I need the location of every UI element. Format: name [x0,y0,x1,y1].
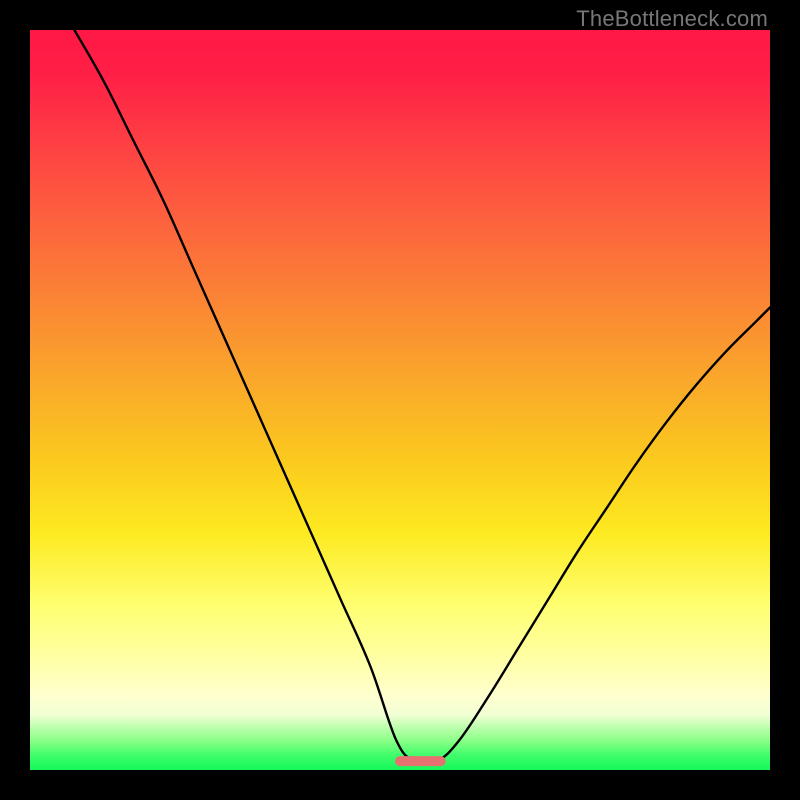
chart-frame: TheBottleneck.com [0,0,800,800]
watermark-text: TheBottleneck.com [576,6,768,32]
curve-svg [30,30,770,770]
bottleneck-curve [74,30,770,764]
plot-area [30,30,770,770]
